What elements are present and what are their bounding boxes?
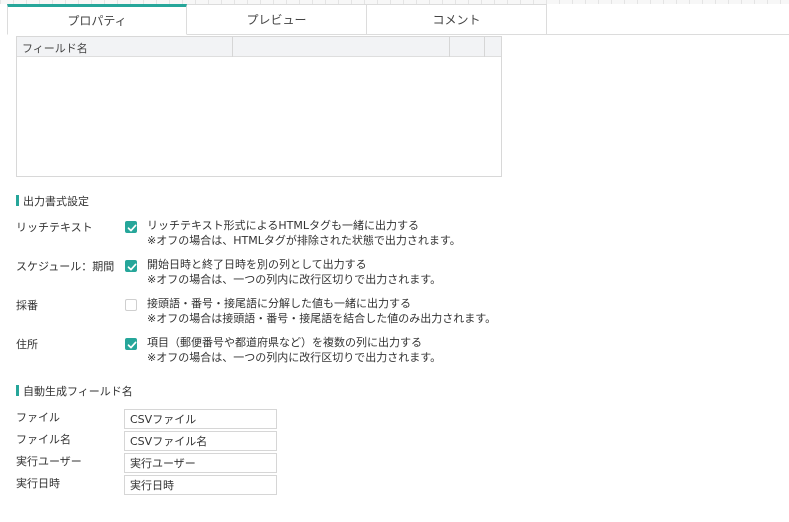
file-input[interactable] xyxy=(124,409,277,429)
check-icon xyxy=(127,263,137,271)
auto-fields-section-title: 自動生成フィールド名 xyxy=(16,383,133,399)
check-icon xyxy=(127,224,137,232)
option-text-richtext: リッチテキスト形式によるHTMLタグも一緒に出力する ※オフの場合は、HTMLタ… xyxy=(147,218,461,248)
field-table[interactable]: フィールド名 xyxy=(16,36,502,177)
column-divider[interactable] xyxy=(449,37,450,57)
output-format-section-title: 出力書式設定 xyxy=(16,193,89,209)
option-note: ※オフの場合は、一つの列内に改行区切りで出力されます。 xyxy=(147,351,442,364)
executed-user-label: 実行ユーザー xyxy=(16,455,82,468)
tab-bar-rule xyxy=(547,34,789,35)
field-table-header: フィールド名 xyxy=(17,37,501,57)
option-label-address: 住所 xyxy=(16,338,38,351)
section-marker xyxy=(16,195,19,206)
numbering-checkbox[interactable] xyxy=(125,299,137,311)
file-label: ファイル xyxy=(16,411,60,424)
output-format-title: 出力書式設定 xyxy=(23,195,89,208)
tab-bar: プロパティ プレビュー コメント xyxy=(7,4,547,35)
option-description: 項目（郵便番号や都道府県など）を複数の列に出力する xyxy=(147,336,422,349)
option-note: ※オフの場合は接頭語・番号・接尾語を結合した値のみ出力されます。 xyxy=(147,312,497,325)
section-marker xyxy=(16,385,19,396)
tab-properties[interactable]: プロパティ xyxy=(7,4,187,35)
check-icon xyxy=(127,341,137,349)
option-description: 開始日時と終了日時を別の列として出力する xyxy=(147,258,367,271)
schedule-checkbox[interactable] xyxy=(125,260,137,272)
option-text-address: 項目（郵便番号や都道府県など）を複数の列に出力する ※オフの場合は、一つの列内に… xyxy=(147,335,441,365)
option-description: リッチテキスト形式によるHTMLタグも一緒に出力する xyxy=(147,219,419,232)
address-checkbox[interactable] xyxy=(125,338,137,350)
option-text-schedule: 開始日時と終了日時を別の列として出力する ※オフの場合は、一つの列内に改行区切り… xyxy=(147,257,441,287)
tab-preview[interactable]: プレビュー xyxy=(187,4,367,35)
column-divider[interactable] xyxy=(484,37,485,57)
column-divider[interactable] xyxy=(232,37,233,57)
executed-datetime-input[interactable] xyxy=(124,475,277,495)
tab-comment[interactable]: コメント xyxy=(367,4,547,35)
option-note: ※オフの場合は、HTMLタグが排除された状態で出力されます。 xyxy=(147,234,461,247)
executed-datetime-label: 実行日時 xyxy=(16,477,60,490)
file-name-label: ファイル名 xyxy=(16,433,71,446)
option-label-richtext: リッチテキスト xyxy=(16,221,93,234)
field-name-column-header: フィールド名 xyxy=(22,42,88,55)
option-description: 接頭語・番号・接尾語に分解した値も一緒に出力する xyxy=(147,297,411,310)
file-name-input[interactable] xyxy=(124,431,277,451)
option-note: ※オフの場合は、一つの列内に改行区切りで出力されます。 xyxy=(147,273,442,286)
executed-user-input[interactable] xyxy=(124,453,277,473)
option-label-numbering: 採番 xyxy=(16,299,38,312)
option-text-numbering: 接頭語・番号・接尾語に分解した値も一緒に出力する ※オフの場合は接頭語・番号・接… xyxy=(147,296,496,326)
richtext-checkbox[interactable] xyxy=(125,221,137,233)
auto-fields-title: 自動生成フィールド名 xyxy=(23,385,133,398)
option-label-schedule: スケジュール：期間 xyxy=(16,260,115,273)
